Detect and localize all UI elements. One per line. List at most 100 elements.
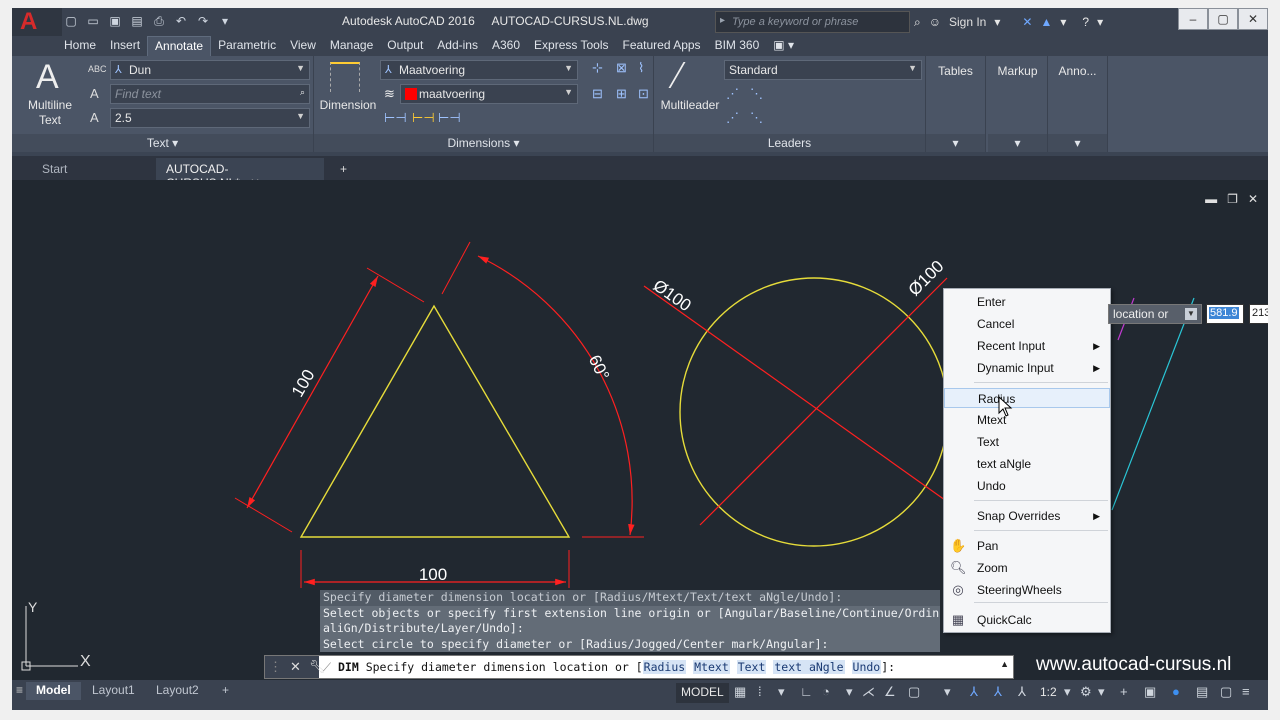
tab-home[interactable]: Home — [57, 36, 103, 56]
text-height-select[interactable]: 2.5 ▼ — [110, 108, 310, 128]
continue-dim-icon[interactable]: ⊢⊣ — [438, 110, 461, 126]
menu-item-text-angle[interactable]: text aNgle — [944, 454, 1110, 474]
dim-text-diameter-1[interactable]: Ø100 — [650, 276, 695, 315]
collect-leader-icon[interactable]: ⋱ — [750, 110, 763, 126]
save-icon[interactable]: ▣ — [106, 12, 124, 30]
tab-add-ins[interactable]: Add-ins — [430, 36, 485, 56]
menu-item-radius[interactable]: Radius — [944, 388, 1110, 408]
chevron-down-icon[interactable]: ▾ — [994, 15, 1000, 29]
isodraft-icon[interactable]: ⋌ — [862, 684, 875, 700]
tab-annotate[interactable]: Annotate — [147, 36, 212, 56]
chevron-down-icon[interactable]: ▾ — [778, 684, 785, 700]
workspace-gear-icon[interactable]: ⚙ — [1080, 684, 1092, 700]
command-line[interactable]: ⋮ ✕ 🔧︎ ⟋ DIM Specify diameter dimension … — [264, 655, 1014, 679]
exchange-icon[interactable]: ✕ — [1022, 15, 1032, 29]
redo-icon[interactable]: ↷ — [194, 12, 212, 30]
tab-bim-360[interactable]: BIM 360 — [708, 36, 767, 56]
snap-icon[interactable]: ⁞ — [758, 684, 762, 699]
command-option-radius[interactable]: Radius — [642, 660, 687, 674]
chevron-down-icon[interactable]: ▾ — [1097, 15, 1103, 29]
layout-tab-layout2[interactable]: Layout2 — [146, 682, 209, 700]
annotation-scale-icon[interactable]: ⅄ — [1018, 684, 1026, 700]
angular-dimension-arc[interactable] — [477, 255, 635, 536]
chevron-down-icon[interactable]: ▾ — [944, 684, 951, 700]
multileader-button[interactable]: Multileader — [656, 98, 724, 113]
chevron-down-icon[interactable]: ▾ — [846, 684, 853, 700]
qat-dropdown-icon[interactable]: ▾ — [216, 12, 234, 30]
dim-text-side[interactable]: 100 — [288, 366, 319, 400]
command-option-text-angle[interactable]: text aNgle — [773, 660, 845, 674]
inspect-icon[interactable]: ⊟ — [592, 86, 603, 102]
jog-line-icon[interactable]: ⌇ — [638, 60, 644, 76]
hardware-acceleration-icon[interactable]: ▤ — [1196, 684, 1208, 700]
close-button[interactable]: ✕ — [1238, 8, 1268, 30]
maximize-button[interactable]: ▢ — [1208, 8, 1238, 30]
auto-scale-icon[interactable]: ⅄ — [994, 684, 1002, 700]
update-icon[interactable]: ⊞ — [616, 86, 627, 102]
dim-text-base[interactable]: 100 — [419, 565, 447, 584]
grip-icon[interactable]: ⋮ — [269, 659, 282, 675]
viewport-close-button[interactable]: ✕ — [1248, 192, 1258, 206]
dim-text-angle[interactable]: 60° — [585, 352, 613, 383]
add-leader-icon[interactable]: ⋰ — [726, 86, 739, 102]
command-option-text[interactable]: Text — [736, 660, 767, 674]
spell-check-icon[interactable]: ABC — [88, 64, 107, 74]
command-prompt[interactable]: ⟋ DIM Specify diameter dimension locatio… — [323, 660, 895, 675]
sign-in-button[interactable]: Sign In — [949, 15, 986, 29]
isolate-objects-icon[interactable]: ● — [1172, 684, 1180, 699]
annotation-monitor-icon[interactable]: + — [1120, 684, 1128, 699]
linear-dim-icon[interactable]: ⊢⊣ — [384, 110, 407, 126]
dim-style-select[interactable]: ⅄ Maatvoering ▼ — [380, 60, 578, 80]
command-option-undo[interactable]: Undo — [851, 660, 882, 674]
panel-2[interactable]: Anno... ▾ — [1048, 56, 1108, 152]
object-snap-icon[interactable]: ▢ — [908, 684, 920, 700]
multiline-text-button[interactable]: Multiline Text — [22, 98, 78, 128]
reassociate-icon[interactable]: ⊡ — [638, 86, 649, 102]
tab-parametric[interactable]: Parametric — [211, 36, 283, 56]
annotation-visibility-icon[interactable]: ⅄ — [970, 684, 978, 700]
tab-manage[interactable]: Manage — [323, 36, 380, 56]
save-as-icon[interactable]: ▤ — [128, 12, 146, 30]
tab-insert[interactable]: Insert — [103, 36, 147, 56]
help-icon[interactable]: ? — [1082, 15, 1089, 29]
layout-tab-model[interactable]: Model — [26, 682, 81, 700]
dim-layer-select[interactable]: maatvoering ▼ — [400, 84, 578, 104]
quick-dim-icon[interactable]: ⊢⊣ — [412, 110, 435, 126]
units-icon[interactable]: ▣ — [1144, 684, 1156, 700]
text-panel-label[interactable]: Text ▾ — [12, 134, 313, 152]
start-tab[interactable]: Start — [32, 158, 154, 180]
menu-item-cancel[interactable]: Cancel — [944, 314, 1110, 334]
model-space-button[interactable]: MODEL — [676, 683, 729, 703]
viewport-restore-button[interactable]: ❐ — [1227, 192, 1238, 206]
panel-expand-icon[interactable]: ▾ — [926, 134, 985, 152]
dynamic-input-y-field[interactable]: 213.3 — [1249, 304, 1280, 324]
circle-geometry[interactable] — [679, 277, 949, 547]
text-style-select[interactable]: ⅄ Dun ▼ — [110, 60, 310, 80]
dim-text-diameter-2[interactable]: Ø100 — [905, 257, 948, 300]
tab-a360[interactable]: A360 — [485, 36, 527, 56]
multiline-text-icon[interactable]: A — [36, 58, 59, 97]
help-search-input[interactable]: ▸ Type a keyword or phrase — [715, 11, 910, 33]
menu-item-snap-overrides[interactable]: Snap Overrides ▶ — [944, 506, 1110, 526]
menu-item-dynamic-input[interactable]: Dynamic Input ▶ — [944, 358, 1110, 378]
remove-leader-icon[interactable]: ⋰ — [726, 110, 739, 126]
open-icon[interactable]: ▭ — [84, 12, 102, 30]
menu-item-text[interactable]: Text — [944, 432, 1110, 452]
close-icon[interactable]: ✕ — [290, 659, 301, 675]
a360-icon[interactable]: ▲ — [1040, 15, 1052, 29]
find-text-input[interactable]: Find text ⌕ — [110, 84, 310, 104]
tab-view[interactable]: View — [283, 36, 323, 56]
polar-icon[interactable]: ◔ — [822, 684, 830, 699]
leaders-panel-label[interactable]: Leaders — [654, 134, 925, 152]
tab-express-tools[interactable]: Express Tools — [527, 36, 615, 56]
new-tab-button[interactable]: + — [330, 158, 357, 180]
chevron-down-icon[interactable]: ▼ — [1185, 308, 1197, 320]
panel-1[interactable]: Markup ▾ — [988, 56, 1048, 152]
menu-item-steeringwheels[interactable]: ◎ SteeringWheels — [944, 580, 1110, 600]
panel-expand-icon[interactable]: ▾ — [988, 134, 1047, 152]
chevron-down-icon[interactable]: ▾ — [1098, 684, 1105, 700]
ortho-icon[interactable]: ∟ — [800, 684, 813, 699]
chevron-up-icon[interactable]: ▲ — [1000, 659, 1009, 669]
menu-item-quickcalc[interactable]: ▦ QuickCalc — [944, 610, 1110, 630]
new-icon[interactable]: ▢ — [62, 12, 80, 30]
